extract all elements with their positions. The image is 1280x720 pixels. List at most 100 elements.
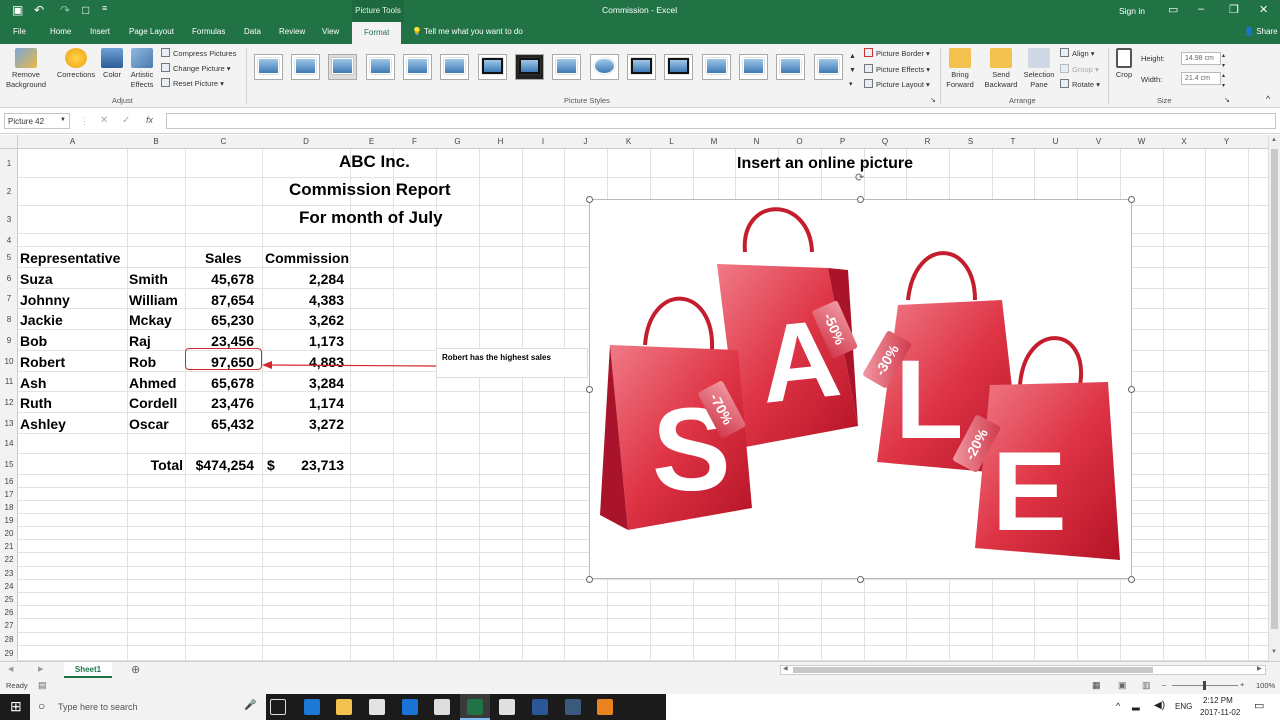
redo-icon[interactable]: ↷ <box>60 3 70 17</box>
sales-value[interactable]: 65,230 <box>186 311 254 329</box>
align-button[interactable]: Align ▾ <box>1060 48 1095 59</box>
minimize-icon[interactable]: – <box>1198 3 1204 15</box>
resize-handle-se[interactable] <box>1128 576 1135 583</box>
scroll-right-icon[interactable]: ▶ <box>1257 665 1262 672</box>
tab-page-layout[interactable]: Page Layout <box>129 27 174 36</box>
excel-taskbar-button[interactable] <box>460 694 490 720</box>
format-picture-launcher-icon[interactable]: ↘ <box>930 96 936 106</box>
rep-first-name[interactable]: Ruth <box>20 394 52 412</box>
column-header-m[interactable]: M <box>693 137 735 146</box>
report-title[interactable]: Commission Report <box>289 181 451 199</box>
resize-handle-ne[interactable] <box>1128 196 1135 203</box>
company-title[interactable]: ABC Inc. <box>339 153 410 171</box>
column-header-e[interactable]: E <box>350 137 393 146</box>
total-currency[interactable]: $ <box>267 456 275 474</box>
column-header-f[interactable]: F <box>393 137 436 146</box>
dropbox-icon[interactable] <box>402 699 418 715</box>
row-header-1[interactable]: 1 <box>0 159 18 168</box>
tab-review[interactable]: Review <box>279 27 305 36</box>
picture-style-8[interactable] <box>515 54 544 80</box>
column-header-u[interactable]: U <box>1034 137 1077 146</box>
rep-first-name[interactable]: Bob <box>20 332 47 350</box>
row-header-12[interactable]: 12 <box>0 398 18 407</box>
save-icon[interactable]: ▣ <box>12 3 23 17</box>
row-header-6[interactable]: 6 <box>0 274 18 283</box>
picture-style-11[interactable] <box>627 54 656 80</box>
vertical-scrollbar[interactable]: ▲ ▼ <box>1268 135 1280 661</box>
confirm-entry-icon[interactable]: ✓ <box>122 115 130 126</box>
row-header-17[interactable]: 17 <box>0 490 18 499</box>
resize-handle-e[interactable] <box>1128 386 1135 393</box>
add-sheet-icon[interactable]: ⊕ <box>131 663 140 676</box>
send-backward-button[interactable]: Send Backward <box>980 48 1022 90</box>
tab-view[interactable]: View <box>322 27 339 36</box>
sales-value[interactable]: 45,678 <box>186 270 254 288</box>
rep-first-name[interactable]: Ash <box>20 374 46 392</box>
column-header-y[interactable]: Y <box>1205 137 1248 146</box>
page-layout-view-icon[interactable]: ▣ <box>1118 680 1127 691</box>
row-header-8[interactable]: 8 <box>0 315 18 324</box>
row-header-16[interactable]: 16 <box>0 477 18 486</box>
picture-style-6[interactable] <box>440 54 469 80</box>
column-header-d[interactable]: D <box>262 137 350 146</box>
row-header-25[interactable]: 25 <box>0 595 18 604</box>
column-header-s[interactable]: S <box>949 137 992 146</box>
resize-handle-sw[interactable] <box>586 576 593 583</box>
scroll-left-icon[interactable]: ◀ <box>783 665 788 672</box>
restore-icon[interactable]: ❐ <box>1229 3 1239 16</box>
picture-style-16[interactable] <box>814 54 843 80</box>
styles-scroll-down[interactable]: ▼ <box>849 66 856 76</box>
sheet-tab-sheet1[interactable]: Sheet1 <box>64 662 112 678</box>
rep-last-name[interactable]: Smith <box>129 270 168 288</box>
rep-last-name[interactable]: Cordell <box>129 394 177 412</box>
picture-style-7[interactable] <box>478 54 507 80</box>
column-header-q[interactable]: Q <box>864 137 906 146</box>
scroll-up-icon[interactable]: ▲ <box>1271 137 1277 143</box>
store-icon[interactable] <box>369 699 385 715</box>
row-header-11[interactable]: 11 <box>0 377 18 386</box>
corrections-button[interactable]: Corrections <box>55 48 97 80</box>
h-scroll-thumb[interactable] <box>793 667 1153 673</box>
picture-style-3[interactable] <box>328 54 357 80</box>
group-button[interactable]: Group ▾ <box>1060 64 1099 75</box>
picture-style-10[interactable] <box>590 54 619 80</box>
tray-expand-icon[interactable]: ^ <box>1116 701 1120 711</box>
picture-layout-button[interactable]: Picture Layout ▾ <box>864 79 930 90</box>
row-header-21[interactable]: 21 <box>0 542 18 551</box>
select-all-corner[interactable] <box>0 135 18 149</box>
language-indicator[interactable]: ENG <box>1175 702 1192 711</box>
commission-value[interactable]: 3,284 <box>280 374 344 392</box>
zoom-out-icon[interactable]: – <box>1162 680 1166 689</box>
tab-formulas[interactable]: Formulas <box>192 27 225 36</box>
collapse-ribbon-icon[interactable]: ^ <box>1266 94 1270 104</box>
rotate-handle-icon[interactable]: ⟳ <box>855 171 864 184</box>
header-representative[interactable]: Representative <box>20 249 120 267</box>
column-header-k[interactable]: K <box>607 137 650 146</box>
formula-input[interactable] <box>166 113 1276 129</box>
row-header-27[interactable]: 27 <box>0 621 18 630</box>
tab-insert[interactable]: Insert <box>90 27 110 36</box>
next-sheet-icon[interactable]: ▶ <box>38 665 43 673</box>
row-header-14[interactable]: 14 <box>0 439 18 448</box>
color-button[interactable]: Color <box>100 48 124 80</box>
commission-value[interactable]: 3,262 <box>280 311 344 329</box>
picture-style-9[interactable] <box>552 54 581 80</box>
crop-button[interactable]: Crop <box>1112 48 1136 80</box>
tab-file[interactable]: File <box>13 27 26 36</box>
name-box[interactable]: Picture 42 ▼ <box>4 113 70 129</box>
picture-style-12[interactable] <box>664 54 693 80</box>
row-header-10[interactable]: 10 <box>0 357 18 366</box>
styles-scroll-up[interactable]: ▲ <box>849 52 856 62</box>
normal-view-icon[interactable]: ▦ <box>1092 680 1101 691</box>
report-period[interactable]: For month of July <box>299 209 443 227</box>
word-icon[interactable] <box>532 699 548 715</box>
sales-value[interactable]: 65,432 <box>186 415 254 433</box>
selection-pane-button[interactable]: Selection Pane <box>1022 48 1056 90</box>
tab-home[interactable]: Home <box>50 27 71 36</box>
sales-value[interactable]: 87,654 <box>186 291 254 309</box>
customize-qat-icon[interactable]: ≡ <box>102 3 107 13</box>
file-explorer-icon[interactable] <box>336 699 352 715</box>
column-header-g[interactable]: G <box>436 137 479 146</box>
picture-style-1[interactable] <box>254 54 283 80</box>
clock-time[interactable]: 2:12 PM <box>1203 696 1233 705</box>
